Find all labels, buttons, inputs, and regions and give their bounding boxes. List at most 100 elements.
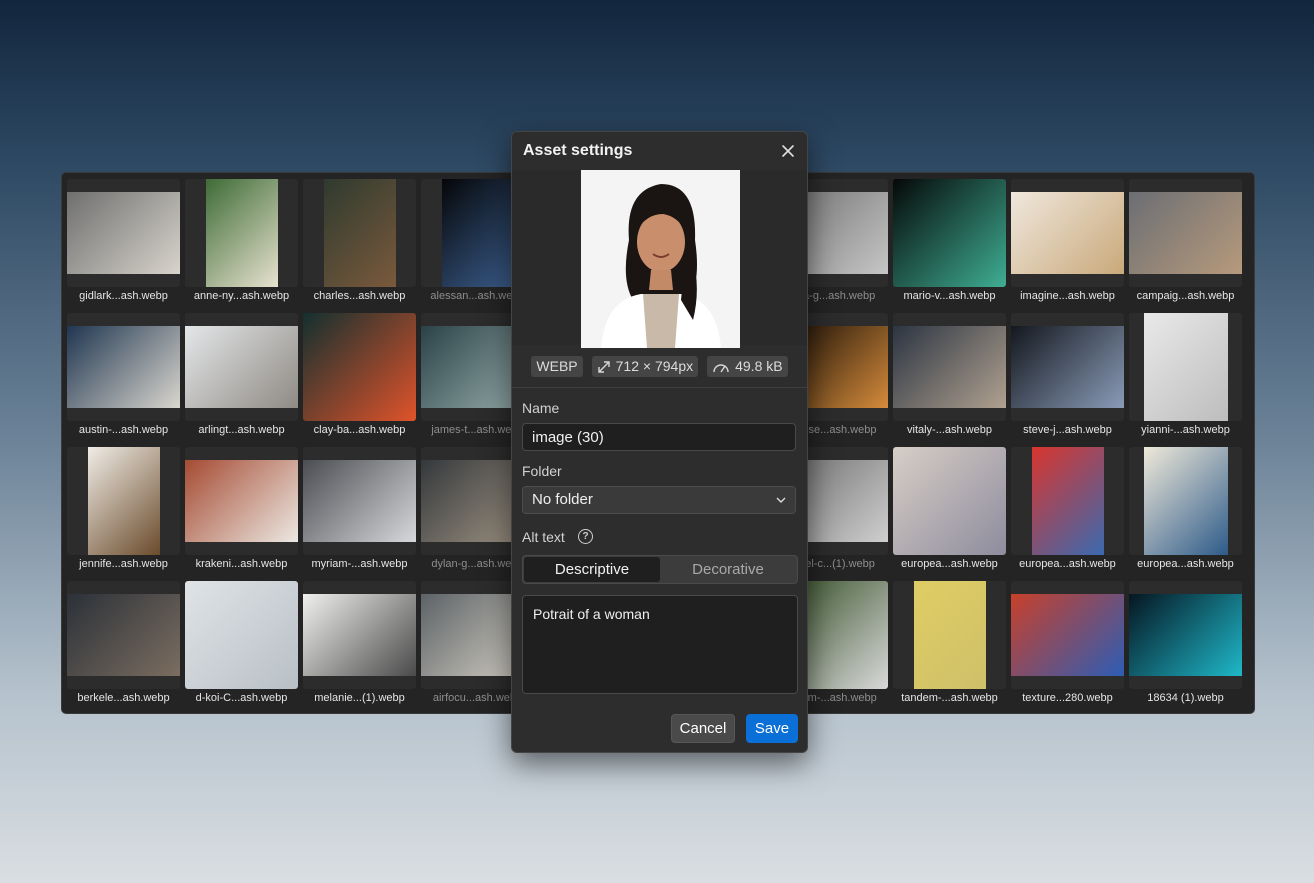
thumbnail-image xyxy=(1129,594,1242,676)
asset-thumbnail xyxy=(67,447,180,555)
alt-text-mode-toggle: Descriptive Decorative xyxy=(522,555,798,584)
asset-tile[interactable]: austin-...ash.webp xyxy=(67,313,180,442)
thumbnail-image xyxy=(893,326,1006,408)
filesize-badge: 49.8 kB xyxy=(707,356,788,377)
asset-tile[interactable]: yianni-...ash.webp xyxy=(1129,313,1242,442)
asset-filename: krakeni...ash.webp xyxy=(195,558,288,570)
decorative-tab[interactable]: Decorative xyxy=(660,557,796,582)
asset-filename: tandem-...ash.webp xyxy=(901,692,998,704)
thumbnail-image xyxy=(1011,326,1124,408)
dimensions-badge: 712 × 794px xyxy=(591,356,699,377)
asset-tile[interactable]: europea...ash.webp xyxy=(893,447,1006,576)
asset-filename: charles...ash.webp xyxy=(313,290,406,302)
asset-tile[interactable]: berkele...ash.webp xyxy=(67,581,180,710)
asset-thumbnail xyxy=(893,447,1006,555)
asset-filename: steve-j...ash.webp xyxy=(1023,424,1112,436)
asset-filename: europea...ash.webp xyxy=(1137,558,1234,570)
asset-tile[interactable]: krakeni...ash.webp xyxy=(185,447,298,576)
alt-text-label: Alt text xyxy=(522,529,565,545)
asset-thumbnail xyxy=(1011,581,1124,689)
asset-thumbnail xyxy=(893,179,1006,287)
preview-area xyxy=(512,170,807,348)
thumbnail-image xyxy=(441,179,514,287)
asset-thumbnail xyxy=(893,313,1006,421)
thumbnail-image xyxy=(1011,594,1124,676)
dimensions-text: 712 × 794px xyxy=(615,358,694,374)
thumbnail-image xyxy=(1129,192,1242,274)
asset-tile[interactable]: anne-ny...ash.webp xyxy=(185,179,298,308)
asset-thumbnail xyxy=(185,447,298,555)
name-input[interactable] xyxy=(522,423,796,451)
help-icon[interactable]: ? xyxy=(578,529,593,544)
asset-filename: anne-ny...ash.webp xyxy=(193,290,290,302)
thumbnail-image xyxy=(913,581,986,689)
thumbnail-image xyxy=(1143,447,1228,555)
asset-filename: arlingt...ash.webp xyxy=(198,424,285,436)
asset-tile[interactable]: clay-ba...ash.webp xyxy=(303,313,416,442)
thumbnail-image xyxy=(185,326,298,408)
asset-filename: austin-...ash.webp xyxy=(78,424,169,436)
asset-thumbnail xyxy=(67,581,180,689)
asset-tile[interactable]: tandem-...ash.webp xyxy=(893,581,1006,710)
asset-tile[interactable]: imagine...ash.webp xyxy=(1011,179,1124,308)
alt-text-input[interactable]: Potrait of a woman xyxy=(522,595,798,694)
asset-meta-chips: WEBP 712 × 794px 49.8 kB xyxy=(512,356,807,377)
asset-filename: 18634 (1).webp xyxy=(1147,692,1224,704)
thumbnail-image xyxy=(67,594,180,676)
asset-filename: berkele...ash.webp xyxy=(77,692,170,704)
thumbnail-image xyxy=(303,460,416,542)
asset-thumbnail xyxy=(303,447,416,555)
thumbnail-image xyxy=(67,326,180,408)
dialog-title: Asset settings xyxy=(523,142,633,159)
asset-filename: vitaly-...ash.webp xyxy=(907,424,992,436)
folder-select[interactable]: No folder xyxy=(522,486,796,514)
asset-tile[interactable]: d-koi-C...ash.webp xyxy=(185,581,298,710)
asset-thumbnail xyxy=(1011,313,1124,421)
thumbnail-image xyxy=(893,447,1006,555)
asset-thumbnail xyxy=(185,179,298,287)
thumbnail-image xyxy=(1031,447,1104,555)
chevron-down-icon xyxy=(776,497,786,503)
asset-filename: campaig...ash.webp xyxy=(1136,290,1235,302)
thumbnail-image xyxy=(1143,313,1228,421)
asset-filename: mario-v...ash.webp xyxy=(903,290,996,302)
asset-thumbnail xyxy=(1129,313,1242,421)
asset-tile[interactable]: europea...ash.webp xyxy=(1129,447,1242,576)
asset-tile[interactable]: charles...ash.webp xyxy=(303,179,416,308)
asset-filename: melanie...(1).webp xyxy=(314,692,405,704)
asset-filename: imagine...ash.webp xyxy=(1020,290,1115,302)
thumbnail-image xyxy=(1011,192,1124,274)
asset-tile[interactable]: gidlark...ash.webp xyxy=(67,179,180,308)
asset-tile[interactable]: arlingt...ash.webp xyxy=(185,313,298,442)
close-icon[interactable] xyxy=(779,142,797,160)
asset-tile[interactable]: melanie...(1).webp xyxy=(303,581,416,710)
asset-filename: europea...ash.webp xyxy=(901,558,998,570)
thumbnail-image xyxy=(185,460,298,542)
asset-filename: d-koi-C...ash.webp xyxy=(195,692,288,704)
name-label: Name xyxy=(522,400,560,416)
thumbnail-image xyxy=(205,179,278,287)
asset-tile[interactable]: europea...ash.webp xyxy=(1011,447,1124,576)
asset-filename: myriam-...ash.webp xyxy=(311,558,408,570)
asset-tile[interactable]: campaig...ash.webp xyxy=(1129,179,1242,308)
asset-tile[interactable]: 18634 (1).webp xyxy=(1129,581,1242,710)
asset-tile[interactable]: jennife...ash.webp xyxy=(67,447,180,576)
save-button[interactable]: Save xyxy=(746,714,798,743)
cancel-button[interactable]: Cancel xyxy=(671,714,735,743)
asset-filename: texture...280.webp xyxy=(1022,692,1113,704)
asset-filename: gidlark...ash.webp xyxy=(79,290,168,302)
asset-tile[interactable]: myriam-...ash.webp xyxy=(303,447,416,576)
thumbnail-image xyxy=(303,313,416,421)
asset-thumbnail xyxy=(1129,581,1242,689)
asset-thumbnail xyxy=(303,179,416,287)
folder-select-value: No folder xyxy=(532,491,593,508)
asset-tile[interactable]: vitaly-...ash.webp xyxy=(893,313,1006,442)
asset-tile[interactable]: mario-v...ash.webp xyxy=(893,179,1006,308)
thumbnail-image xyxy=(323,179,396,287)
asset-settings-dialog: Asset settings WEBP 712 × 794px 49.8 kB … xyxy=(511,131,808,753)
asset-preview-image xyxy=(581,170,740,348)
asset-tile[interactable]: texture...280.webp xyxy=(1011,581,1124,710)
descriptive-tab[interactable]: Descriptive xyxy=(524,557,660,582)
asset-thumbnail xyxy=(185,313,298,421)
asset-tile[interactable]: steve-j...ash.webp xyxy=(1011,313,1124,442)
